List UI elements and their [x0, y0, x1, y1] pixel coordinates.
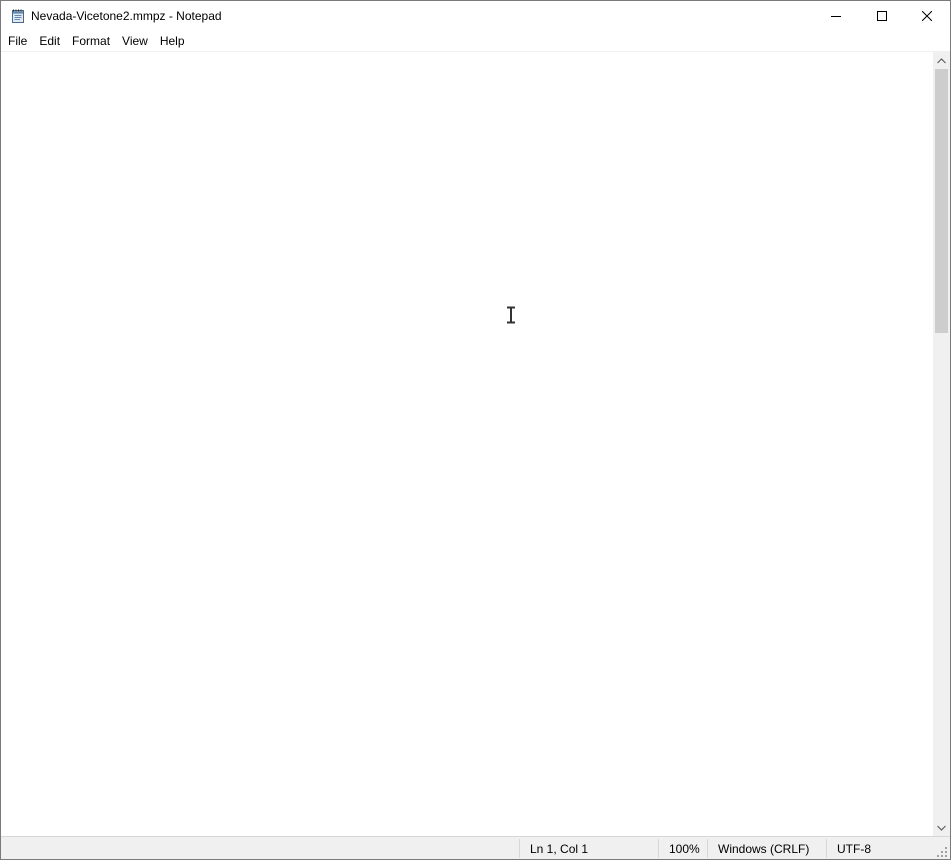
text-cursor-icon [507, 306, 515, 324]
status-encoding: UTF-8 [837, 842, 871, 856]
maximize-button[interactable] [859, 1, 905, 31]
scrollbar-thumb[interactable] [935, 69, 948, 333]
menu-help[interactable]: Help [154, 31, 191, 51]
menu-file[interactable]: File [1, 31, 33, 51]
title-bar[interactable]: Nevada-Vicetone2.mmpz - Notepad [1, 1, 950, 31]
minimize-icon [831, 16, 841, 17]
menu-bar: File Edit Format View Help [1, 31, 950, 52]
minimize-button[interactable] [813, 1, 859, 31]
close-button[interactable] [904, 1, 950, 31]
notepad-window: Nevada-Vicetone2.mmpz - Notepad File Edi… [0, 0, 951, 860]
maximize-icon [877, 11, 887, 21]
menu-view[interactable]: View [116, 31, 154, 51]
close-icon [922, 11, 932, 21]
scroll-up-button[interactable] [933, 52, 950, 69]
notepad-icon [12, 9, 24, 23]
scroll-down-button[interactable] [933, 819, 950, 836]
status-bar: Ln 1, Col 1 100% Windows (CRLF) UTF-8 [1, 836, 950, 859]
status-line-ending: Windows (CRLF) [718, 842, 810, 856]
window-title: Nevada-Vicetone2.mmpz - Notepad [31, 9, 222, 23]
resize-grip-icon[interactable] [936, 846, 948, 858]
text-editor[interactable] [1, 52, 933, 836]
menu-edit[interactable]: Edit [33, 31, 66, 51]
scroll-down-arrow-icon [937, 825, 946, 831]
status-cursor-position: Ln 1, Col 1 [530, 842, 589, 856]
vertical-scrollbar[interactable] [933, 52, 950, 836]
status-zoom: 100% [669, 842, 700, 856]
scroll-up-arrow-icon [937, 57, 946, 63]
menu-format[interactable]: Format [66, 31, 116, 51]
